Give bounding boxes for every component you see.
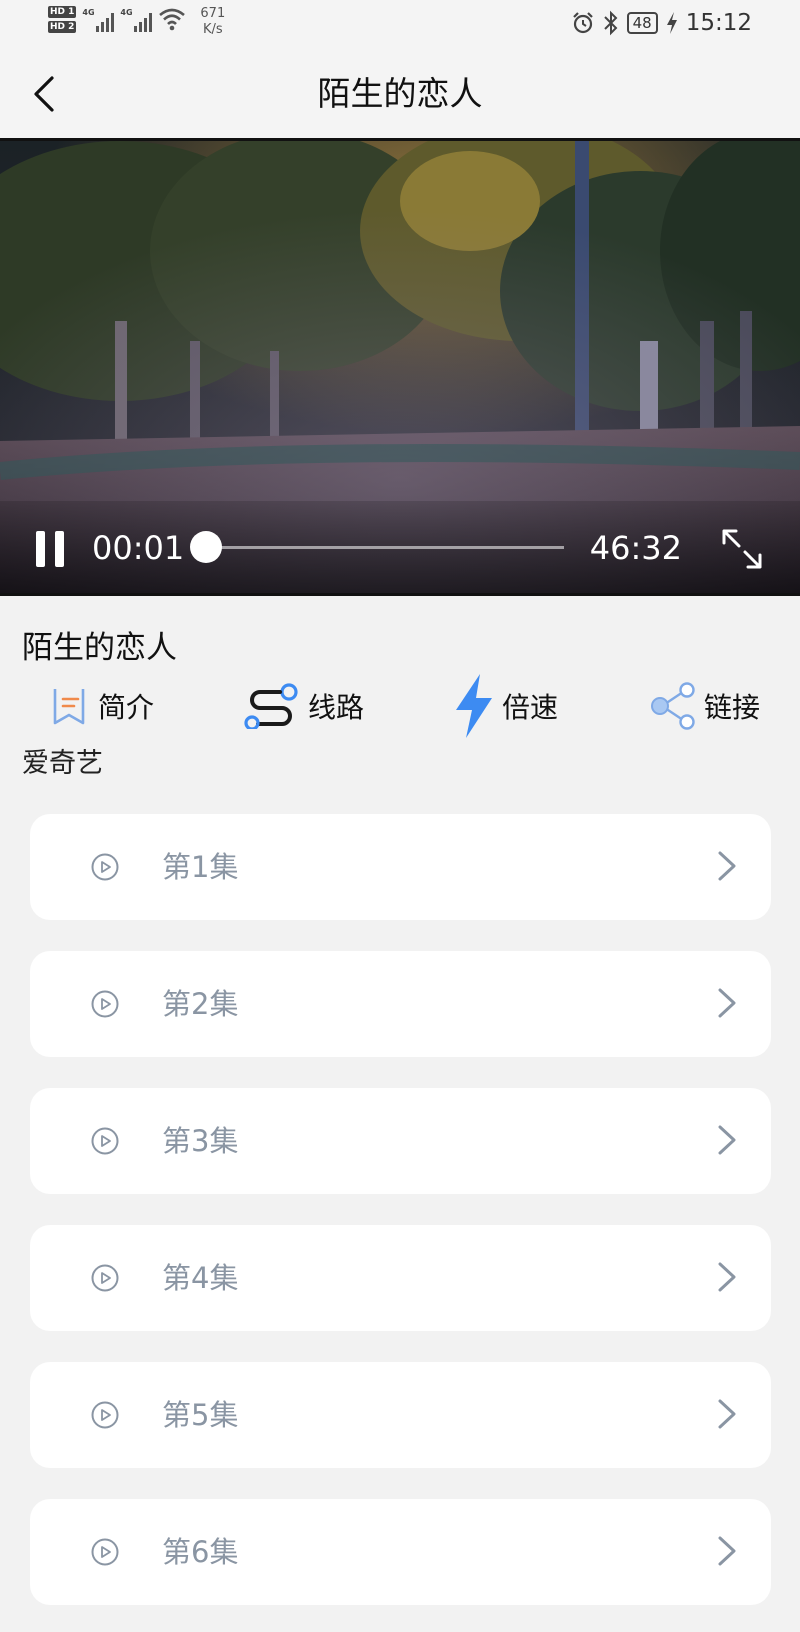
progress-bar[interactable] (190, 531, 564, 563)
signal-1-icon: 4G (82, 6, 115, 32)
intro-button[interactable]: 简介 (52, 676, 154, 736)
episode-item-5[interactable]: 第5集 (30, 1362, 771, 1468)
play-circle-icon (91, 853, 119, 881)
clock: 15:12 (685, 10, 752, 36)
route-button[interactable]: 线路 (242, 676, 364, 736)
episode-item-3[interactable]: 第3集 (30, 1088, 771, 1194)
chevron-right-icon (718, 1536, 736, 1566)
link-label: 链接 (704, 691, 761, 724)
chevron-right-icon (718, 1399, 736, 1429)
episode-label: 第6集 (162, 1535, 239, 1569)
source-label: 爱奇艺 (22, 748, 103, 779)
play-circle-icon (91, 990, 119, 1018)
episode-label: 第2集 (162, 987, 239, 1021)
signal-2-icon: 4G (120, 6, 153, 32)
battery-indicator: 48 (626, 12, 658, 34)
play-circle-icon (91, 1264, 119, 1292)
player-controls: 00:01 46:32 (0, 501, 800, 593)
episode-item-4[interactable]: 第4集 (30, 1225, 771, 1331)
expand-icon (722, 529, 762, 569)
pause-icon (36, 531, 45, 567)
fullscreen-button[interactable] (720, 527, 764, 571)
episode-label: 第5集 (162, 1398, 239, 1432)
route-icon (244, 683, 298, 729)
episode-item-1[interactable]: 第1集 (30, 814, 771, 920)
chevron-right-icon (718, 1262, 736, 1292)
pause-button[interactable] (32, 531, 68, 567)
play-circle-icon (91, 1538, 119, 1566)
status-bar-left: HD 1 HD 2 4G 4G 671 K/s (48, 6, 225, 38)
wifi-icon (159, 8, 186, 31)
network-speed: 671 K/s (200, 6, 226, 37)
lightning-icon (456, 674, 492, 738)
chevron-right-icon (718, 988, 736, 1018)
action-bar: 简介 线路 倍速 链接 (0, 674, 800, 738)
play-circle-icon (91, 1401, 119, 1429)
nav-bar: 陌生的恋人 (0, 50, 800, 138)
video-player[interactable]: 00:01 46:32 (0, 138, 800, 596)
route-label: 线路 (308, 691, 365, 724)
episode-label: 第3集 (162, 1124, 239, 1158)
chevron-right-icon (718, 1125, 736, 1155)
chevron-right-icon (718, 851, 736, 881)
bookmark-list-icon (53, 689, 85, 725)
status-bar-right: 48 15:12 (571, 10, 752, 36)
episode-item-6[interactable]: 第6集 (30, 1499, 771, 1605)
alarm-icon (572, 12, 593, 34)
episode-label: 第1集 (162, 850, 239, 884)
video-title: 陌生的恋人 (22, 630, 177, 666)
episode-label: 第4集 (162, 1261, 239, 1295)
sim2-badge: HD 2 (48, 21, 77, 33)
page-title: 陌生的恋人 (317, 74, 483, 113)
speed-button[interactable]: 倍速 (454, 674, 559, 738)
sim1-badge: HD 1 (48, 6, 77, 18)
total-time: 46:32 (589, 529, 682, 567)
sim-indicators: HD 1 HD 2 (48, 6, 77, 33)
link-button[interactable]: 链接 (650, 676, 760, 736)
play-circle-icon (91, 1127, 119, 1155)
bluetooth-icon (603, 10, 618, 36)
episode-list: 第1集 第2集 第3集 第4集 第5集 第6集 (30, 814, 771, 1632)
episode-item-2[interactable]: 第2集 (30, 951, 771, 1057)
speed-label: 倍速 (502, 691, 559, 724)
status-bar: HD 1 HD 2 4G 4G 671 K/s 48 15:12 (0, 0, 800, 50)
charging-icon (666, 12, 677, 34)
progress-thumb[interactable] (190, 531, 223, 563)
share-icon (651, 682, 695, 730)
intro-label: 简介 (98, 691, 155, 724)
current-time: 00:01 (92, 529, 185, 567)
